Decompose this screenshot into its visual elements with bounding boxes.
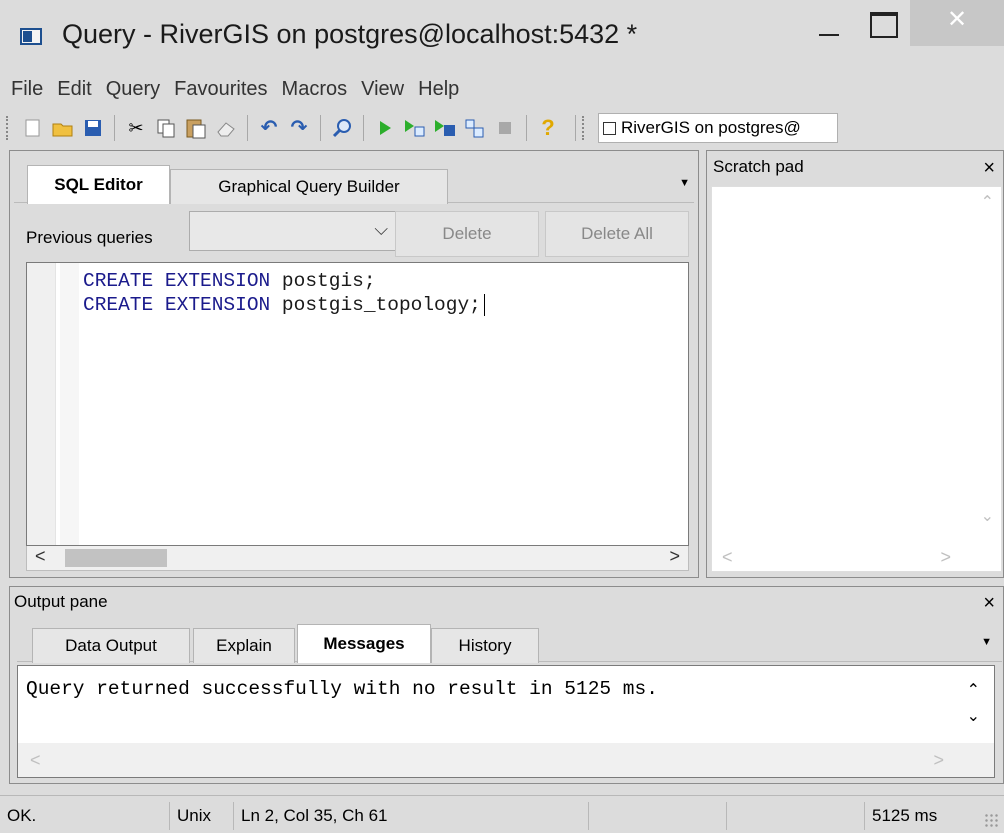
messages-panel[interactable]: Query returned successfully with no resu…	[17, 665, 995, 778]
eraser-icon[interactable]	[213, 115, 239, 141]
sql-editor[interactable]: CREATE EXTENSION postgis; CREATE EXTENSIO…	[26, 262, 689, 546]
sql-code[interactable]: CREATE EXTENSION postgis; CREATE EXTENSIO…	[83, 269, 485, 317]
previous-queries-label: Previous queries	[26, 228, 153, 247]
elapsed-time: 5125 ms	[872, 806, 938, 825]
scratch-pad-textarea[interactable]: ⌃ ⌄ < >	[711, 186, 1002, 572]
menu-file[interactable]: File	[11, 78, 43, 101]
resize-grip-icon[interactable]	[984, 813, 1000, 829]
output-tab-bar: Data Output Explain Messages History ▼	[17, 622, 1002, 663]
code-line: CREATE EXTENSION postgis_topology;	[83, 293, 485, 317]
execute-icon[interactable]	[372, 115, 398, 141]
scroll-right-icon[interactable]: >	[933, 750, 944, 771]
connection-label: RiverGIS on postgres@	[621, 118, 801, 137]
cut-icon[interactable]: ✂	[123, 115, 149, 141]
tab-sql-editor[interactable]: SQL Editor	[27, 165, 170, 204]
toolbar: ✂ ↶ ↷ ? RiverGIS on postgres@	[0, 108, 1004, 148]
scroll-down-icon[interactable]: ⌄	[967, 706, 980, 726]
explain-analyze-icon[interactable]	[462, 115, 488, 141]
status-bar: OK. Unix Ln 2, Col 35, Ch 61 5125 ms	[0, 795, 1004, 833]
previous-queries-select[interactable]: ⌵	[189, 211, 399, 251]
tab-messages[interactable]: Messages	[297, 624, 431, 663]
previous-queries-row: Previous queries ⌵ Delete Delete All	[14, 210, 694, 258]
tab-data-output[interactable]: Data Output	[32, 628, 190, 663]
chevron-down-icon: ⌵	[374, 219, 388, 239]
stop-icon[interactable]	[492, 115, 518, 141]
result-message: Query returned successfully with no resu…	[26, 678, 658, 700]
scroll-left-icon[interactable]: <	[30, 750, 41, 771]
close-icon[interactable]: ×	[983, 157, 995, 180]
new-icon[interactable]	[20, 115, 46, 141]
scroll-up-icon[interactable]: ⌃	[967, 680, 980, 700]
toolbar-grip[interactable]	[582, 116, 586, 140]
menu-bar: File Edit Query Favourites Macros View H…	[0, 72, 1004, 106]
undo-icon[interactable]: ↶	[256, 115, 282, 141]
toolbar-separator	[114, 115, 115, 141]
status-cell-empty	[589, 802, 727, 830]
toolbar-grip[interactable]	[6, 116, 10, 140]
toolbar-separator	[526, 115, 527, 141]
scroll-up-icon[interactable]: ⌃	[981, 192, 994, 212]
sql-text: postgis_topology;	[270, 294, 481, 316]
redo-icon[interactable]: ↷	[286, 115, 312, 141]
paste-icon[interactable]	[183, 115, 209, 141]
menu-favourites[interactable]: Favourites	[174, 78, 267, 101]
scratch-pad-title: Scratch pad	[713, 157, 804, 176]
toolbar-separator	[575, 115, 576, 141]
tab-history[interactable]: History	[431, 628, 539, 663]
maximize-icon[interactable]	[856, 0, 910, 46]
close-icon[interactable]: ✕	[910, 0, 1004, 46]
save-icon[interactable]	[80, 115, 106, 141]
line-endings: Unix	[170, 802, 234, 830]
menu-edit[interactable]: Edit	[57, 78, 91, 101]
scroll-left-icon[interactable]: <	[722, 547, 733, 568]
code-line: CREATE EXTENSION postgis;	[83, 269, 485, 293]
open-icon[interactable]	[50, 115, 76, 141]
cursor-position: Ln 2, Col 35, Ch 61	[234, 802, 589, 830]
minimize-icon[interactable]	[800, 0, 856, 46]
scroll-left-icon[interactable]: <	[35, 546, 46, 567]
line-number-gutter	[27, 263, 56, 545]
tab-list-dropdown-icon[interactable]: ▼	[679, 177, 690, 189]
menu-query[interactable]: Query	[106, 78, 160, 101]
toolbar-separator	[363, 115, 364, 141]
find-icon[interactable]	[329, 115, 355, 141]
editor-tab-bar: SQL Editor Graphical Query Builder ▼	[14, 163, 694, 204]
tab-graphical-query-builder[interactable]: Graphical Query Builder	[170, 169, 448, 204]
status-text: OK.	[0, 802, 170, 830]
toolbar-separator	[320, 115, 321, 141]
sql-keyword: CREATE EXTENSION	[83, 270, 271, 292]
scroll-down-icon[interactable]: ⌄	[981, 506, 994, 526]
copy-icon[interactable]	[153, 115, 179, 141]
help-icon[interactable]: ?	[535, 115, 561, 141]
status-cell-empty	[727, 802, 865, 830]
window-title: Query - RiverGIS on postgres@localhost:5…	[62, 19, 638, 49]
connection-selector[interactable]: RiverGIS on postgres@	[598, 113, 838, 143]
menu-macros[interactable]: Macros	[282, 78, 348, 101]
app-icon	[20, 28, 42, 45]
toolbar-separator	[247, 115, 248, 141]
editor-horizontal-scrollbar[interactable]: < >	[26, 546, 689, 571]
tab-explain[interactable]: Explain	[193, 628, 295, 663]
menu-help[interactable]: Help	[418, 78, 459, 101]
connection-checkbox[interactable]	[603, 121, 616, 135]
output-pane-title: Output pane	[14, 592, 108, 611]
sql-text: postgis;	[270, 270, 376, 292]
title-bar: Query - RiverGIS on postgres@localhost:5…	[0, 0, 1004, 66]
close-icon[interactable]: ×	[983, 592, 995, 615]
text-caret	[483, 293, 485, 316]
delete-button[interactable]: Delete	[395, 211, 539, 257]
sql-keyword: CREATE EXTENSION	[83, 294, 271, 316]
scroll-thumb[interactable]	[65, 549, 167, 567]
execute-to-file-icon[interactable]	[432, 115, 458, 141]
scroll-right-icon[interactable]: >	[669, 546, 680, 567]
messages-horizontal-scrollbar[interactable]: < >	[18, 743, 994, 777]
delete-all-button[interactable]: Delete All	[545, 211, 689, 257]
explain-icon[interactable]	[402, 115, 428, 141]
tab-list-dropdown-icon[interactable]: ▼	[981, 636, 992, 648]
menu-view[interactable]: View	[361, 78, 404, 101]
fold-margin	[60, 263, 79, 545]
scroll-right-icon[interactable]: >	[940, 547, 951, 568]
